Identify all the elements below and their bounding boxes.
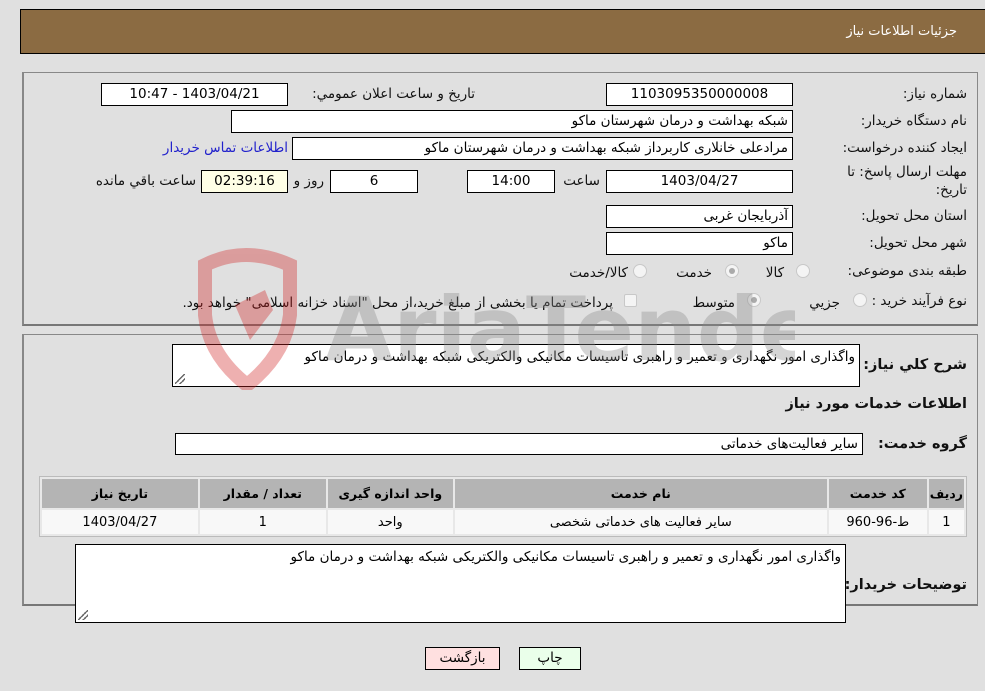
service-group-field: سایر فعالیت‌های خدماتی: [175, 433, 863, 455]
purchase-type-label: نوع فرآیند خرید :: [871, 293, 967, 309]
buyer-contact-link[interactable]: اطلاعات تماس خریدار: [163, 140, 288, 156]
services-table: ردیف کد خدمت نام خدمت واحد اندازه گیری ت…: [39, 476, 967, 537]
deadline-time-field: 14:00: [467, 170, 555, 193]
table-header-row: ردیف کد خدمت نام خدمت واحد اندازه گیری ت…: [42, 479, 964, 508]
category-radio-service[interactable]: [725, 264, 739, 278]
category-option-goods-service: کالا/خدمت: [569, 265, 628, 281]
announce-datetime-field: 1403/04/21 - 10:47: [101, 83, 288, 106]
cell-quantity: 1: [199, 510, 326, 534]
category-radio-goods-service[interactable]: [633, 264, 647, 278]
deadline-date-field: 1403/04/27: [606, 170, 793, 193]
cell-unit: واحد: [327, 510, 453, 534]
category-radio-goods[interactable]: [796, 264, 810, 278]
cell-row-number: 1: [928, 510, 964, 534]
purchase-type-option-medium: متوسط: [692, 295, 735, 311]
cell-service-name: سایر فعالیت های خدماتی شخصی: [454, 510, 827, 534]
buyer-notes-label: توضیحات خریدار:: [844, 577, 967, 593]
table-row: 1 ط-96-960 سایر فعالیت های خدماتی شخصی و…: [42, 510, 964, 534]
description-label: شرح کلي نیاز:: [863, 357, 967, 373]
cell-need-date: 1403/04/27: [42, 510, 198, 534]
deadline-label-date: تاریخ:: [935, 182, 967, 198]
days-label: روز و: [293, 173, 324, 189]
deadline-label: مهلت ارسال پاسخ: تا: [847, 164, 967, 180]
buyer-notes-text: واگذاری امور نگهداری و تعمیر و راهبری تا…: [290, 549, 841, 565]
col-header-service-code: کد خدمت: [828, 479, 927, 508]
requester-field: مرادعلی خانلاری کاربرداز شبکه بهداشت و د…: [292, 137, 793, 160]
remaining-time-field: 02:39:16: [201, 170, 288, 193]
cell-service-code: ط-96-960: [828, 510, 927, 534]
page-header: جزئیات اطلاعات نیاز: [20, 9, 985, 54]
province-field: آذربایجان غربی: [606, 205, 793, 228]
city-field: ماکو: [606, 232, 793, 255]
announce-datetime-label: تاریخ و ساعت اعلان عمومي:: [312, 86, 475, 102]
col-header-need-date: تاریخ نیاز: [42, 479, 198, 508]
requester-label: ایجاد کننده درخواست:: [842, 140, 967, 156]
need-number-label: شماره نیاز:: [902, 86, 967, 102]
deadline-time-label: ساعت: [563, 173, 600, 189]
city-label: شهر محل تحویل:: [869, 235, 967, 251]
purchase-type-radio-minor[interactable]: [853, 293, 867, 307]
resize-grip-icon[interactable]: [175, 374, 185, 384]
remaining-days-field: 6: [330, 170, 418, 193]
buyer-org-field: شبکه بهداشت و درمان شهرستان ماکو: [231, 110, 793, 133]
category-option-goods: کالا: [765, 265, 784, 281]
print-button[interactable]: چاپ: [519, 647, 581, 670]
col-header-row-number: ردیف: [928, 479, 964, 508]
purchase-type-radio-medium[interactable]: [747, 293, 761, 307]
category-label: طبقه بندی موضوعی:: [847, 263, 967, 279]
province-label: استان محل تحویل:: [861, 208, 967, 224]
treasury-checkbox-label: پرداخت تمام یا بخشی از مبلغ خرید،از محل …: [182, 295, 613, 311]
resize-grip-icon[interactable]: [78, 610, 88, 620]
category-option-service: خدمت: [676, 265, 712, 281]
buyer-notes-textarea[interactable]: واگذاری امور نگهداری و تعمیر و راهبری تا…: [75, 544, 846, 623]
purchase-type-option-minor: جزيي: [809, 295, 840, 311]
treasury-checkbox[interactable]: [624, 294, 637, 307]
description-text: واگذاری امور نگهداری و تعمیر و راهبری تا…: [304, 349, 855, 365]
col-header-quantity: تعداد / مقدار: [199, 479, 326, 508]
back-button[interactable]: بازگشت: [425, 647, 500, 670]
need-number-field: 1103095350000008: [606, 83, 793, 106]
buyer-org-label: نام دستگاه خریدار:: [860, 113, 967, 129]
page-title: جزئیات اطلاعات نیاز: [846, 24, 957, 39]
description-textarea[interactable]: واگذاری امور نگهداری و تعمیر و راهبری تا…: [172, 344, 860, 387]
services-heading: اطلاعات خدمات مورد نیاز: [785, 396, 967, 412]
col-header-service-name: نام خدمت: [454, 479, 827, 508]
remaining-time-label: ساعت باقي مانده: [95, 173, 196, 189]
service-group-label: گروه خدمت:: [877, 436, 967, 452]
col-header-unit: واحد اندازه گیری: [327, 479, 453, 508]
